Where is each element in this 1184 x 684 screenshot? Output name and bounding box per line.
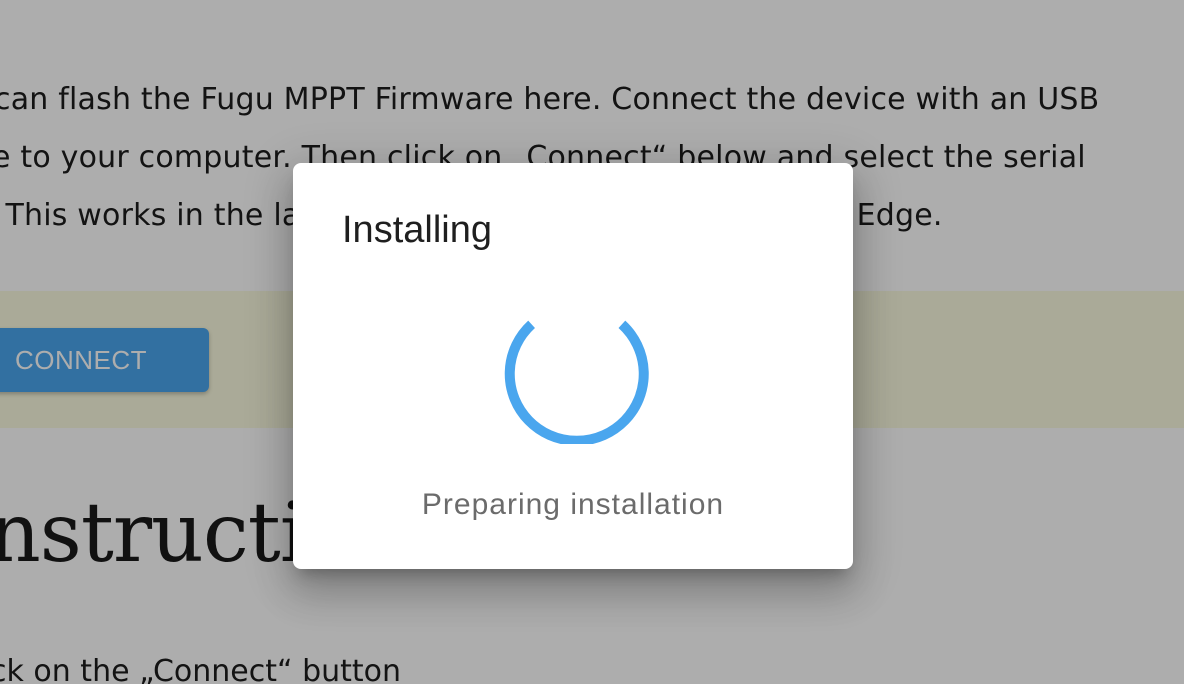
dialog-title: Installing [342, 209, 492, 251]
status-text: Preparing installation [421, 488, 725, 521]
progress-spinner-icon [504, 320, 649, 444]
page: can flash the Fugu MPPT Firmware here. C… [0, 0, 1184, 684]
install-dialog: Installing Preparing installation [293, 163, 853, 569]
